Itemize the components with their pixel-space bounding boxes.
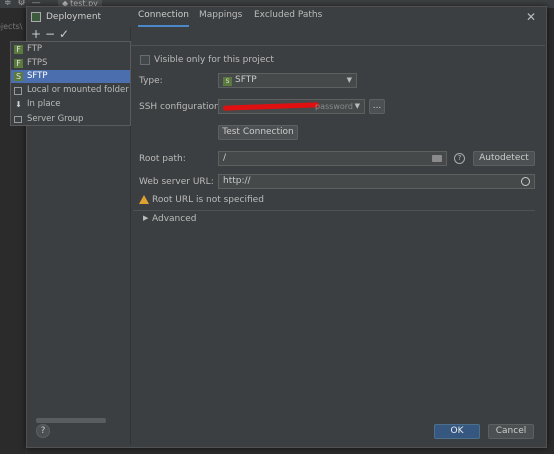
menu-item-server-group[interactable]: Server Group — [11, 113, 130, 126]
arrow-down-icon: ⬇ — [15, 100, 22, 109]
project-path: ojects\ — [0, 22, 23, 31]
chevron-right-icon[interactable]: ▶ — [143, 214, 148, 222]
menu-item-ftps[interactable]: F FTPS — [11, 57, 130, 70]
tab-excluded-paths[interactable]: Excluded Paths — [254, 7, 322, 25]
menu-item-ftp[interactable]: F FTP — [11, 43, 130, 56]
gear-icon[interactable]: ⚙ — [18, 0, 26, 8]
advanced-toggle[interactable]: Advanced — [152, 214, 196, 224]
cancel-button[interactable]: Cancel — [488, 424, 534, 439]
chevron-down-icon: ▼ — [354, 102, 360, 110]
folder-icon — [14, 87, 22, 95]
group-icon — [14, 116, 22, 123]
chevron-down-icon: ▼ — [346, 76, 352, 84]
web-url-field[interactable]: http:// — [218, 174, 535, 189]
type-select[interactable]: S SFTP ▼ — [218, 73, 357, 88]
deployment-icon — [31, 12, 41, 22]
redacted-mark — [222, 102, 320, 111]
menu-item-label: Server Group — [27, 114, 84, 124]
menu-item-label: FTPS — [27, 58, 48, 68]
menu-item-label: Local or mounted folder — [27, 85, 129, 95]
type-label: Type: — [139, 76, 163, 86]
tab-connection[interactable]: Connection — [138, 7, 189, 27]
folder-icon[interactable] — [432, 155, 442, 162]
menu-item-label: FTP — [27, 44, 43, 54]
add-server-button[interactable]: + — [29, 27, 43, 41]
menu-item-label: In place — [27, 99, 61, 109]
dialog-title: Deployment — [46, 12, 102, 22]
ssh-config-label: SSH configuration: — [139, 102, 223, 112]
root-path-value: / — [223, 153, 227, 163]
help-button[interactable]: ? — [36, 424, 50, 438]
section-divider — [133, 210, 535, 211]
menu-item-local-folder[interactable]: Local or mounted folder — [11, 84, 130, 97]
close-icon[interactable]: ✕ — [526, 10, 536, 24]
menu-item-label: SFTP — [27, 71, 48, 81]
web-url-value: http:// — [223, 176, 251, 186]
ftp-icon: F — [14, 45, 23, 54]
tab-mappings[interactable]: Mappings — [199, 7, 242, 25]
ssh-auth-suffix: password — [315, 102, 353, 111]
help-icon[interactable]: ? — [454, 153, 465, 164]
root-url-warning: Root URL is not specified — [152, 195, 264, 205]
web-url-label: Web server URL: — [139, 177, 214, 187]
type-value: SFTP — [235, 75, 257, 85]
server-type-menu: F FTP F FTPS S SFTP Local or mounted folder… — [10, 41, 131, 126]
apply-button[interactable]: ✓ — [57, 27, 71, 41]
sftp-icon: S — [14, 72, 23, 81]
autodetect-button[interactable]: Autodetect — [473, 151, 535, 166]
test-connection-button[interactable]: Test Connection — [218, 125, 298, 140]
menu-item-sftp[interactable]: S SFTP — [11, 70, 130, 83]
visible-only-label: Visible only for this project — [154, 55, 274, 65]
ssh-config-select[interactable]: password ▼ — [218, 99, 365, 114]
ssh-config-more-button[interactable]: ... — [369, 99, 385, 114]
root-path-field[interactable]: / — [218, 151, 447, 166]
horizontal-scrollbar[interactable] — [36, 418, 106, 423]
sftp-icon: S — [223, 77, 232, 86]
ok-button[interactable]: OK — [434, 424, 480, 439]
collapse-icon[interactable]: ≑ — [4, 0, 12, 8]
visible-only-checkbox[interactable] — [140, 55, 150, 65]
menu-item-in-place[interactable]: ⬇ In place — [11, 98, 130, 111]
tab-divider — [131, 45, 545, 46]
warning-icon — [139, 195, 149, 204]
ftps-icon: F — [14, 59, 23, 68]
server-list-toolbar: + − ✓ — [29, 27, 71, 41]
globe-icon[interactable] — [521, 177, 530, 186]
remove-server-button[interactable]: − — [43, 27, 57, 41]
root-path-label: Root path: — [139, 154, 186, 164]
